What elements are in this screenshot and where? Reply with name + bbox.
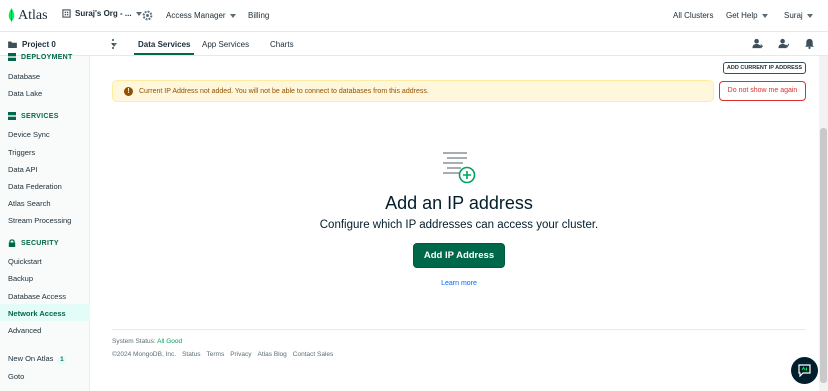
sidebar-item-data-lake[interactable]: Data Lake: [8, 89, 42, 98]
all-clusters-label: All Clusters: [673, 11, 714, 20]
sidebar-item-stream-processing[interactable]: Stream Processing: [8, 216, 71, 225]
folder-icon: [8, 41, 17, 48]
footer-link-status[interactable]: Status: [182, 351, 200, 358]
bell-icon[interactable]: [804, 38, 815, 49]
warning-banner: ! Current IP Address not added. You will…: [112, 80, 714, 102]
sidebar-item-quickstart[interactable]: Quickstart: [8, 257, 42, 266]
chevron-down-icon: [761, 13, 768, 18]
lock-icon: [8, 239, 16, 247]
sidebar-item-data-federation[interactable]: Data Federation: [8, 182, 62, 191]
chevron-down-icon: [135, 11, 142, 16]
sidebar-section-deployment: DEPLOYMENT: [8, 53, 73, 61]
more-options-icon[interactable]: [112, 39, 115, 49]
empty-state-title: Add an IP address: [385, 193, 533, 213]
footer-link-atlas-blog[interactable]: Atlas Blog: [258, 351, 287, 358]
chat-assistant-button[interactable]: [791, 357, 818, 384]
dont-show-again-button[interactable]: Do not show me again: [719, 81, 806, 101]
sidebar-section-security: SECURITY: [8, 239, 59, 247]
ip-list-add-icon: [443, 152, 476, 184]
mongodb-leaf-icon: [8, 8, 15, 24]
warning-text: Current IP Address not added. You will n…: [139, 88, 429, 95]
get-help-menu[interactable]: Get Help: [726, 11, 768, 20]
sidebar-section-label: DEPLOYMENT: [21, 53, 73, 61]
org-selector[interactable]: Suraj's Org - ...: [62, 9, 142, 18]
system-status-link[interactable]: All Good: [157, 338, 182, 345]
sidebar-section-label: SERVICES: [21, 112, 59, 120]
access-manager-label: Access Manager: [166, 11, 226, 20]
sidebar-item-atlas-search[interactable]: Atlas Search: [8, 199, 51, 208]
billing-link[interactable]: Billing: [248, 11, 269, 20]
tab-charts[interactable]: Charts: [270, 40, 294, 49]
atlas-logo[interactable]: Atlas: [8, 7, 48, 25]
learn-more-link[interactable]: Learn more: [418, 280, 500, 287]
new-count-badge: 1: [57, 356, 67, 365]
footer-links: ©2024 MongoDB, Inc. Status Terms Privacy…: [112, 351, 333, 358]
project-name: Project 0: [22, 40, 56, 49]
billing-label: Billing: [248, 11, 270, 20]
all-clusters-link[interactable]: All Clusters: [673, 11, 713, 20]
sidebar: DEPLOYMENT Database Data Lake SERVICES D…: [0, 53, 90, 391]
logo-text: Atlas: [18, 8, 48, 23]
project-selector[interactable]: Project 0: [8, 40, 117, 49]
org-name: Suraj's Org - ...: [75, 9, 132, 18]
building-icon: [62, 9, 71, 18]
chevron-down-icon: [229, 13, 236, 18]
sidebar-item-label: Network Access: [8, 309, 66, 318]
sidebar-item-device-sync[interactable]: Device Sync: [8, 130, 50, 139]
sidebar-item-database-access[interactable]: Database Access: [8, 292, 66, 301]
system-status-label: System Status:: [112, 338, 156, 345]
footer-link-terms[interactable]: Terms: [207, 351, 225, 358]
new-on-atlas-link[interactable]: New On Atlas 1: [8, 354, 67, 365]
add-ip-address-button[interactable]: Add IP Address: [413, 243, 505, 268]
project-bar: Project 0 Data Services App Services Cha…: [0, 32, 828, 56]
get-help-label: Get Help: [726, 11, 758, 20]
sidebar-item-network-access[interactable]: Network Access: [0, 304, 90, 321]
tab-data-services[interactable]: Data Services: [133, 40, 196, 55]
sidebar-item-advanced[interactable]: Advanced: [8, 326, 41, 335]
chat-bubble-icon: [798, 364, 811, 377]
database-icon: [8, 53, 16, 61]
empty-state-subtitle: Configure which IP addresses can access …: [319, 219, 599, 231]
access-manager-menu[interactable]: Access Manager: [166, 11, 236, 20]
sidebar-section-label: SECURITY: [21, 239, 59, 247]
chevron-down-icon: [806, 13, 813, 18]
user-menu[interactable]: Suraj: [784, 11, 813, 20]
warning-icon: !: [124, 87, 133, 96]
tab-app-services[interactable]: App Services: [202, 40, 249, 49]
top-navigation-bar: Atlas Suraj's Org - ... Access Manager B…: [0, 0, 828, 32]
footer-link-contact-sales[interactable]: Contact Sales: [293, 351, 333, 358]
add-current-ip-button[interactable]: ADD CURRENT IP ADDRESS: [723, 62, 806, 74]
gear-icon[interactable]: [142, 10, 153, 21]
new-on-atlas-label: New On Atlas: [8, 354, 54, 363]
user-name: Suraj: [784, 11, 803, 20]
sidebar-item-database[interactable]: Database: [8, 72, 40, 81]
footer-divider: [112, 329, 806, 330]
sidebar-item-backup[interactable]: Backup: [8, 274, 33, 283]
copyright: ©2024 MongoDB, Inc.: [112, 351, 177, 358]
goto-link[interactable]: Goto: [8, 372, 24, 381]
scrollbar-thumb[interactable]: [820, 128, 827, 383]
footer-link-privacy[interactable]: Privacy: [230, 351, 251, 358]
sidebar-item-triggers[interactable]: Triggers: [8, 148, 35, 157]
activity-feed-icon[interactable]: [778, 38, 789, 49]
sidebar-item-data-api[interactable]: Data API: [8, 165, 38, 174]
services-icon: [8, 112, 16, 120]
invite-user-icon[interactable]: [752, 38, 763, 49]
system-status: System Status: All Good: [112, 338, 182, 345]
sidebar-section-services: SERVICES: [8, 112, 59, 120]
